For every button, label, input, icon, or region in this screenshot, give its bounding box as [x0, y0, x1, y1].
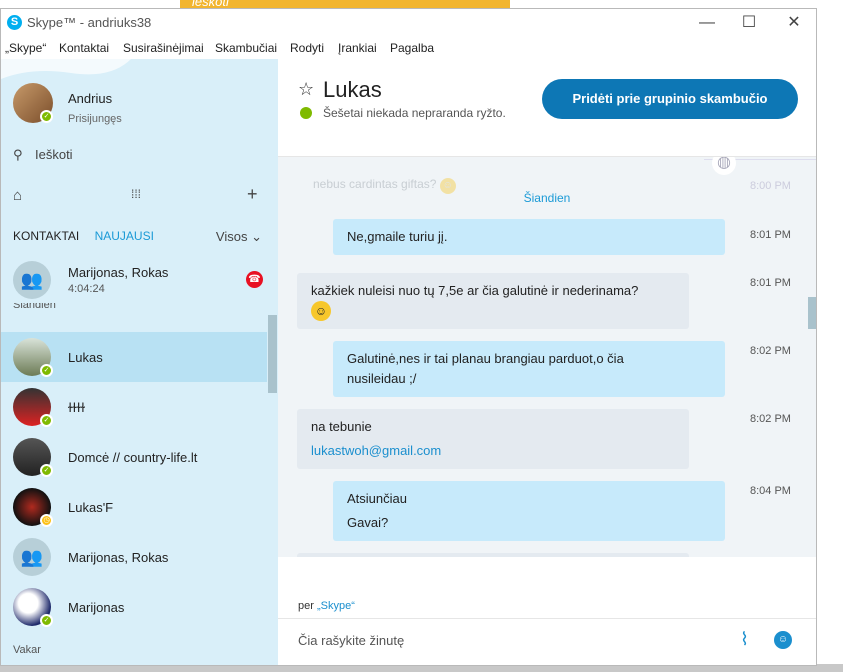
section-today-fragment: Šiandien — [13, 303, 56, 311]
contact-item[interactable]: ◷ Lukas'F — [1, 482, 267, 532]
mood-message: Šešetai niekada nepraranda ryžto. — [323, 106, 506, 120]
contact-name: Marijonas, Rokas — [68, 265, 169, 280]
skype-logo-icon: S — [7, 15, 22, 30]
message-timestamp: 8:02 PM — [750, 413, 791, 425]
menu-contacts[interactable]: Kontaktai — [59, 41, 109, 55]
sidebar-scrollbar[interactable] — [268, 315, 277, 393]
online-status-icon: ✓ — [40, 110, 53, 123]
online-status-icon: ✓ — [40, 464, 53, 477]
message-incoming-partial[interactable] — [297, 553, 689, 557]
conversation-pane: ☆ Lukas Šešetai niekada nepraranda ryžto… — [278, 59, 816, 665]
section-yesterday: Vakar — [13, 644, 41, 656]
message-text: nusileidau ;/ — [347, 371, 417, 386]
message-incoming[interactable]: na tebunie lukastwoh@gmail.com — [297, 409, 689, 469]
close-button[interactable]: ✕ — [784, 13, 804, 33]
away-status-icon: ◷ — [40, 514, 53, 527]
skype-window: S Skype™ - andriuks38 — ☐ ✕ „Skype“ Kont… — [0, 8, 817, 666]
online-status-icon: ✓ — [40, 614, 53, 627]
search-label: Ieškoti — [35, 147, 73, 162]
chevron-down-icon: ⌄ — [251, 229, 262, 244]
message-text: Ne,gmaile turiu jį. — [347, 229, 448, 244]
profile-name: Andrius — [68, 91, 113, 106]
wave-decoration — [1, 59, 131, 79]
composer: ⌇ ☺ — [278, 618, 816, 665]
message-list: ◍ nebus cardintas giftas? ☺ 8:00 PM Šian… — [278, 157, 816, 557]
add-to-group-call-button[interactable]: Pridėti prie grupinio skambučio — [542, 79, 798, 119]
contact-name: Lukas — [68, 350, 103, 365]
message-incoming[interactable]: kažkiek nuleisi nuo tų 7,5e ar čia galut… — [297, 273, 689, 329]
dialpad-icon[interactable]: ⁞⁞⁞ — [131, 187, 141, 201]
contact-tabs: KONTAKTAI NAUJAUSI Visos ⌄ — [13, 229, 262, 245]
contact-item[interactable]: ✓ ɫɫɫɫ — [1, 382, 267, 432]
call-duration: 4:04:24 — [68, 283, 105, 295]
sidebar: ✓ Andrius Prisijungęs ⚲ Ieškoti ⌂ ⁞⁞⁞ + K… — [1, 59, 278, 665]
avatar[interactable]: ✓ — [13, 83, 53, 123]
search-box[interactable]: ⚲ Ieškoti — [13, 147, 73, 163]
online-status-icon: ✓ — [40, 364, 53, 377]
via-label: per „Skype“ — [298, 600, 355, 612]
menu-view[interactable]: Rodyti — [290, 41, 324, 55]
contact-name: Lukas'F — [68, 500, 114, 515]
contact-item-active[interactable]: ✓ Lukas — [1, 332, 267, 382]
message-timestamp: 8:04 PM — [750, 485, 791, 497]
contact-item[interactable]: ✓ Domcė // country-life.lt — [1, 432, 267, 482]
tab-recent[interactable]: NAUJAUSI — [95, 229, 154, 243]
chat-header: ☆ Lukas Šešetai niekada nepraranda ryžto… — [278, 59, 816, 157]
message-outgoing[interactable]: Galutinė,nes ir tai planau brangiau pard… — [333, 341, 725, 397]
menu-tools[interactable]: Įrankiai — [338, 41, 377, 55]
message-text: kažkiek nuleisi nuo tų 7,5e ar čia galut… — [311, 283, 639, 298]
profile[interactable]: ✓ Andrius Prisijungęs — [13, 83, 122, 125]
message-timestamp: 8:01 PM — [750, 277, 791, 289]
group-avatar-icon: 👥 — [13, 261, 51, 299]
background-strip: ieškoti — [180, 0, 510, 9]
message-text: na tebunie — [311, 419, 372, 434]
menu-conversations[interactable]: Susirašinėjimai — [123, 41, 204, 55]
menu-calls[interactable]: Skambučiai — [215, 41, 277, 55]
search-icon: ⚲ — [13, 147, 23, 162]
menu-help[interactable]: Pagalba — [390, 41, 434, 55]
via-prefix: per — [298, 600, 317, 612]
home-icon[interactable]: ⌂ — [13, 187, 22, 204]
online-status-icon — [300, 107, 312, 119]
globe-icon[interactable]: ◍ — [712, 157, 736, 175]
contact-item[interactable]: ✓ Marijonas — [1, 582, 267, 632]
contact-item[interactable]: 👥 Marijonas, Rokas 4:04:24 ☎ — [1, 255, 267, 305]
message-outgoing[interactable]: Ne,gmaile turiu jį. — [333, 219, 725, 255]
menu-skype[interactable]: „Skype“ — [5, 41, 46, 55]
chat-contact-name[interactable]: Lukas — [323, 77, 382, 103]
message-timestamp: 8:01 PM — [750, 229, 791, 241]
group-avatar-icon: 👥 — [13, 538, 51, 576]
contact-name: Domcė // country-life.lt — [68, 450, 198, 465]
tab-contacts[interactable]: KONTAKTAI — [13, 229, 79, 243]
message-text: Atsiunčiau — [347, 491, 407, 506]
emoticon-icon[interactable]: ☺ — [774, 631, 792, 649]
contact-name: ɫɫɫɫ — [68, 400, 86, 415]
smile-icon: ☺ — [311, 301, 331, 321]
message-timestamp: 8:02 PM — [750, 345, 791, 357]
filter-dropdown[interactable]: Visos ⌄ — [216, 229, 262, 245]
via-app-link[interactable]: „Skype“ — [317, 600, 355, 612]
contact-name: Marijonas — [68, 600, 125, 615]
online-status-icon: ✓ — [40, 414, 53, 427]
add-icon[interactable]: + — [247, 184, 258, 205]
attachment-icon[interactable]: ⌇ — [740, 629, 749, 650]
window-title: Skype™ - andriuks38 — [27, 15, 152, 30]
messages-scrollbar[interactable] — [808, 297, 816, 329]
star-icon[interactable]: ☆ — [298, 79, 314, 100]
menu-bar: „Skype“ Kontaktai Susirašinėjimai Skambu… — [1, 37, 816, 59]
email-link[interactable]: lukastwoh@gmail.com — [311, 443, 441, 458]
profile-status: Prisijungęs — [68, 113, 122, 125]
message-input[interactable] — [298, 633, 718, 648]
date-separator: Šiandien — [523, 191, 571, 205]
message-text: Gavai? — [347, 515, 389, 530]
message-outgoing[interactable]: Atsiunčiau Gavai? — [333, 481, 725, 541]
filter-label: Visos — [215, 229, 248, 244]
minimize-button[interactable]: — — [697, 13, 717, 33]
contact-item[interactable]: 👥 Marijonas, Rokas — [1, 532, 267, 582]
message-text: Galutinė,nes ir tai planau brangiau pard… — [347, 351, 624, 366]
end-call-icon[interactable]: ☎ — [246, 271, 263, 288]
contact-name: Marijonas, Rokas — [68, 550, 169, 565]
maximize-button[interactable]: ☐ — [739, 13, 759, 33]
titlebar: S Skype™ - andriuks38 — ☐ ✕ — [1, 9, 816, 37]
